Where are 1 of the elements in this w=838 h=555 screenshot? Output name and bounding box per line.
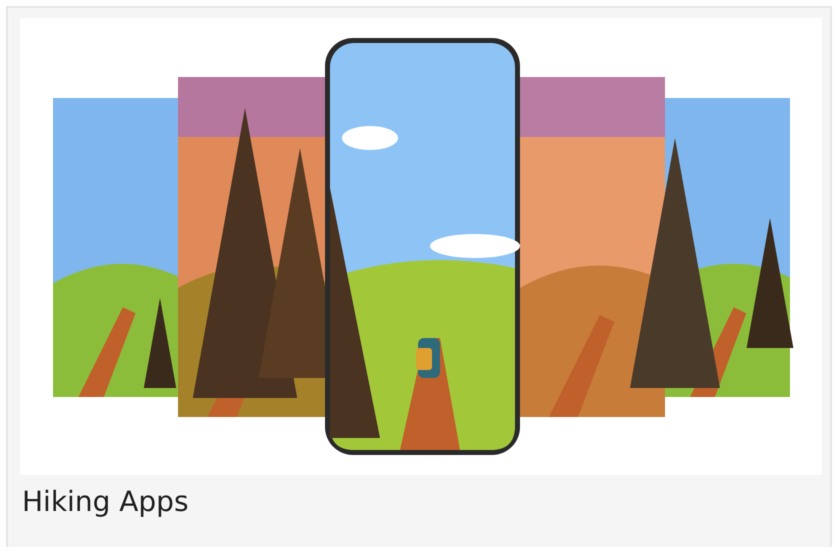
card-caption: Hiking Apps	[21, 484, 190, 518]
